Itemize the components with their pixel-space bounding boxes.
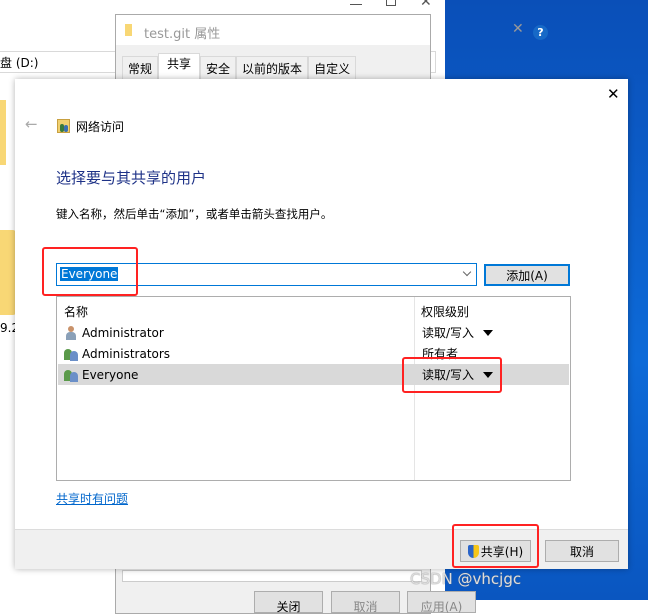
back-arrow-icon[interactable]: ← [25,115,38,133]
permission-level[interactable]: 读取/写入 [422,324,474,341]
tab-security[interactable]: 安全 [200,56,237,81]
apply-button[interactable]: 应用(A) [407,591,476,614]
folder-icon [0,100,6,165]
tab-general[interactable]: 常规 [122,56,159,81]
folder-icon [125,24,132,36]
group-icon [64,347,78,361]
dialog-heading: 选择要与其共享的用户 [56,169,207,187]
properties-title: test.git 属性 [144,27,221,42]
user-name: Administrators [82,346,171,361]
close-icon[interactable]: ✕ [420,0,432,10]
properties-close-icon[interactable]: ✕ [512,21,524,37]
group-icon [64,368,78,382]
dropdown-arrow-icon[interactable] [483,329,494,336]
minimize-icon[interactable] [350,4,362,5]
column-header-permission[interactable]: 权限级别 [421,303,469,320]
breadcrumb: 网络访问 [76,120,125,134]
user-name: Administrator [82,325,164,340]
ok-button[interactable]: 关闭 [254,591,323,614]
highlight-box [42,247,138,296]
sharing-help-link[interactable]: 共享时有问题 [56,490,128,507]
instruction-text: 键入名称，然后单击“添加”，或者单击箭头查找用户。 [56,207,333,221]
tab-previous-versions[interactable]: 以前的版本 [236,56,309,81]
user-icon [64,325,78,340]
maximize-icon[interactable] [386,0,396,6]
dialog-close-icon[interactable]: ✕ [607,85,620,103]
tab-sharing[interactable]: 共享 [158,53,201,81]
highlight-box [452,524,539,568]
folder-icon [0,230,16,315]
file-sharing-dialog: ✕ ← 网络访问 选择要与其共享的用户 键入名称，然后单击“添加”，或者单击箭头… [15,79,628,569]
add-button[interactable]: 添加(A) [484,264,570,286]
drive-label: 盘 (D:) [0,56,39,70]
user-name: Everyone [82,367,139,382]
highlight-box [402,357,502,393]
chevron-down-icon[interactable] [462,267,472,277]
user-row[interactable]: Administrator 读取/写入 [58,322,569,343]
cancel-button[interactable]: 取消 [331,591,400,614]
tab-customize[interactable]: 自定义 [308,56,357,81]
help-icon[interactable]: ? [533,25,548,40]
watermark: CSDN @vhcjgc [410,570,522,588]
network-access-icon [57,119,70,133]
cancel-button[interactable]: 取消 [545,540,619,562]
column-header-name[interactable]: 名称 [64,303,88,320]
